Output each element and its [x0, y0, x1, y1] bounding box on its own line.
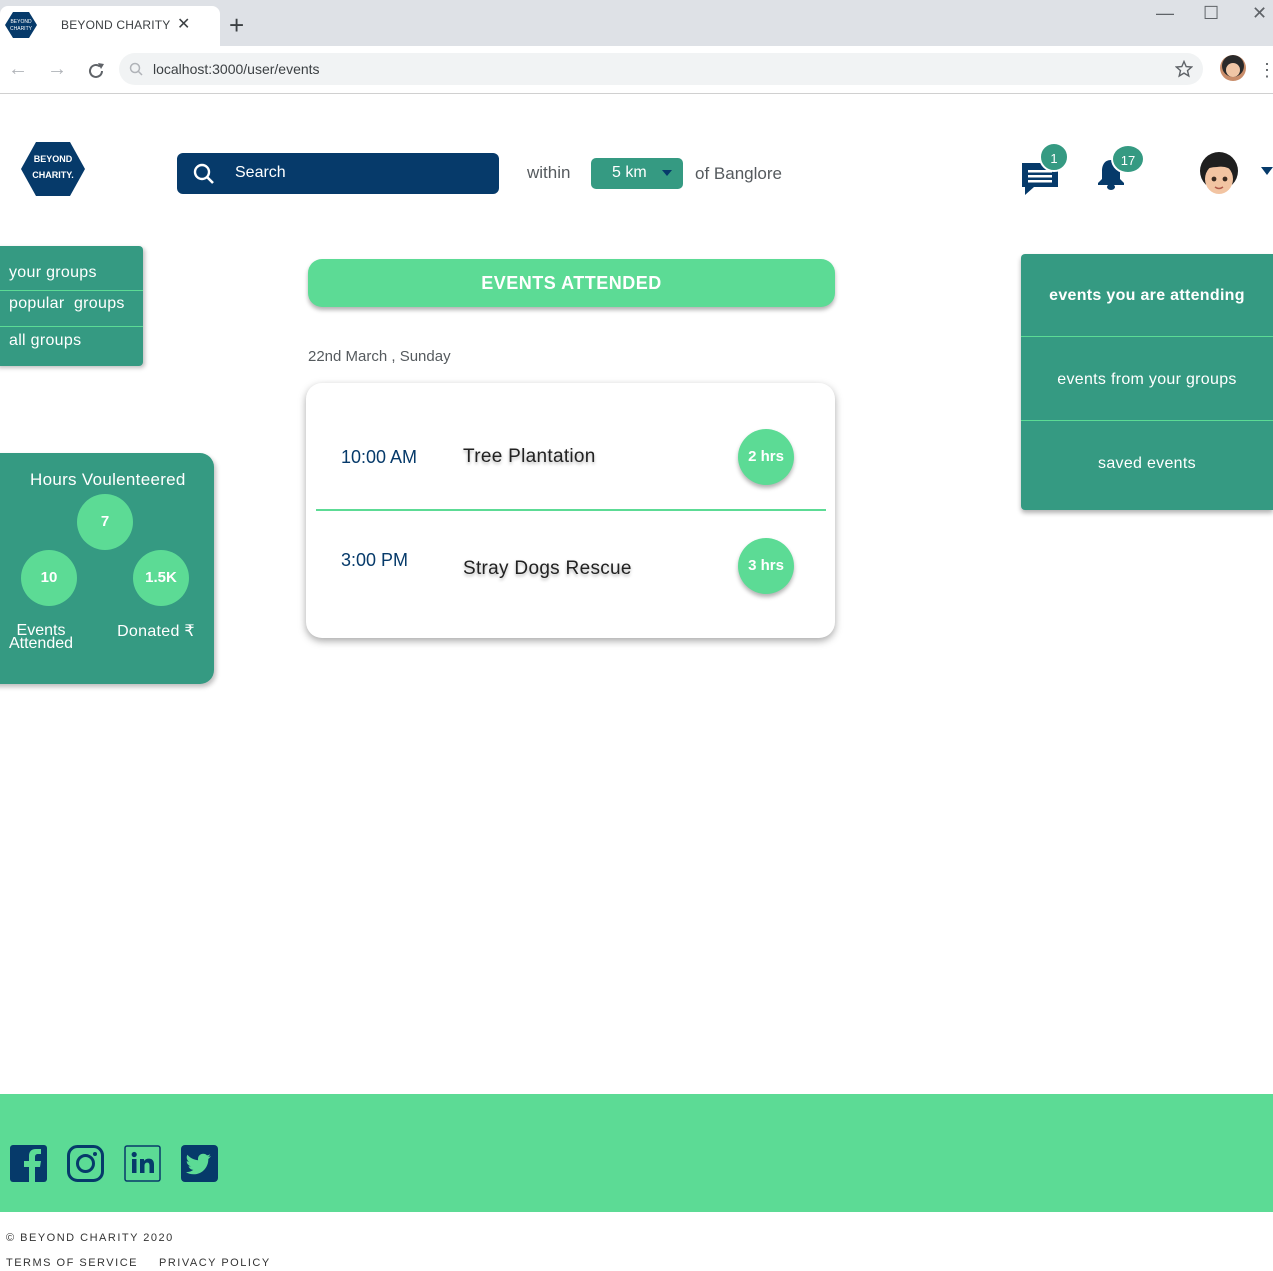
volunteer-stats-card: Hours Voulenteered 7 10 1.5K Events Atte… [0, 453, 214, 684]
copyright-text: © BEYOND CHARITY 2020 [6, 1232, 174, 1244]
browser-tab-strip: BEYOND CHARITY BEYOND CHARITY ✕ + — ☐ ✕ [0, 0, 1273, 46]
svg-text:BEYOND: BEYOND [10, 19, 32, 25]
event-time: 3:00 PM [341, 550, 409, 570]
browser-menu-icon[interactable]: ⋮ [1258, 60, 1273, 81]
user-avatar[interactable] [1197, 151, 1241, 197]
bookmark-star-icon[interactable] [1175, 60, 1193, 78]
within-label: within [527, 163, 571, 182]
divider [0, 290, 143, 291]
groups-menu: your groups popular groups all groups [0, 246, 143, 366]
terms-of-service-link[interactable]: TERMS OF SERVICE [6, 1257, 138, 1269]
groups-item-all-groups[interactable]: all groups [9, 332, 81, 350]
chevron-down-icon [662, 170, 672, 176]
events-filter-menu: events you are attending events from you… [1021, 254, 1273, 510]
tab-title: BEYOND CHARITY [61, 18, 171, 32]
search-icon [193, 163, 214, 184]
event-hours-badge: 3 hrs [738, 538, 794, 594]
address-bar[interactable]: localhost:3000/user/events [119, 53, 1203, 85]
messages-badge: 1 [1039, 142, 1069, 172]
groups-item-your-groups[interactable]: your groups [9, 264, 97, 282]
minimize-icon[interactable]: — [1156, 3, 1174, 24]
event-time: 10:00 AM [341, 447, 418, 467]
back-icon[interactable]: ← [8, 58, 28, 81]
search-bar[interactable]: Search [177, 153, 499, 194]
donated-label: Donated ₹ [117, 623, 195, 640]
menu-item-saved-events[interactable]: saved events [1021, 422, 1273, 506]
browser-toolbar: ← → localhost:3000/user/events ⋮ [0, 46, 1273, 94]
footer [0, 1094, 1273, 1212]
event-date: 22nd March , Sunday [308, 348, 451, 365]
notifications-badge: 17 [1111, 144, 1145, 174]
events-list-card: 10:00 AM Tree Plantation 2 hrs 3:00 PM S… [306, 383, 835, 638]
event-name[interactable]: Tree Plantation [463, 446, 596, 468]
logo-text-line1: BEYOND [33, 154, 73, 164]
hours-circle: 7 [77, 494, 133, 550]
search-icon [129, 62, 143, 76]
beyond-charity-logo[interactable] [20, 141, 86, 197]
divider [1021, 336, 1273, 337]
privacy-policy-link[interactable]: PRIVACY POLICY [159, 1257, 271, 1269]
new-tab-icon[interactable]: + [229, 12, 244, 38]
tab-close-icon[interactable]: ✕ [177, 14, 190, 34]
svg-text:CHARITY: CHARITY [10, 26, 33, 32]
stats-title: Hours Voulenteered [30, 470, 186, 489]
events-label-line2: Attended [8, 635, 74, 652]
browser-profile-avatar[interactable] [1220, 55, 1246, 81]
event-hours-badge: 2 hrs [738, 429, 794, 485]
url-text: localhost:3000/user/events [153, 61, 320, 77]
menu-item-events-from-groups[interactable]: events from your groups [1021, 338, 1273, 422]
maximize-icon[interactable]: ☐ [1203, 3, 1219, 24]
events-circle: 10 [21, 550, 77, 606]
linkedin-icon[interactable] [124, 1145, 161, 1182]
logo-text-line2: CHARITY. [32, 170, 74, 180]
events-attended-header[interactable]: EVENTS ATTENDED [308, 259, 835, 307]
menu-item-events-attending[interactable]: events you are attending [1021, 254, 1273, 338]
city-label: of Banglore [695, 164, 782, 183]
reload-icon[interactable] [85, 60, 107, 82]
window-close-icon[interactable]: ✕ [1252, 3, 1267, 24]
browser-tab[interactable]: BEYOND CHARITY BEYOND CHARITY ✕ [0, 6, 220, 46]
divider [0, 326, 143, 327]
profile-chevron-down-icon[interactable] [1261, 167, 1273, 176]
facebook-icon[interactable] [10, 1145, 47, 1182]
groups-item-popular-groups[interactable]: popular groups [9, 295, 125, 313]
donated-circle: 1.5K [133, 550, 189, 606]
divider [1021, 420, 1273, 421]
search-input[interactable]: Search [235, 164, 286, 182]
site-favicon-icon: BEYOND CHARITY [5, 12, 37, 38]
twitter-icon[interactable] [181, 1145, 218, 1182]
radius-select[interactable]: 5 km [591, 158, 683, 189]
divider [316, 509, 826, 511]
forward-icon[interactable]: → [47, 58, 67, 81]
radius-value: 5 km [612, 164, 647, 181]
instagram-icon[interactable] [67, 1145, 104, 1182]
event-name[interactable]: Stray Dogs Rescue [463, 558, 632, 580]
